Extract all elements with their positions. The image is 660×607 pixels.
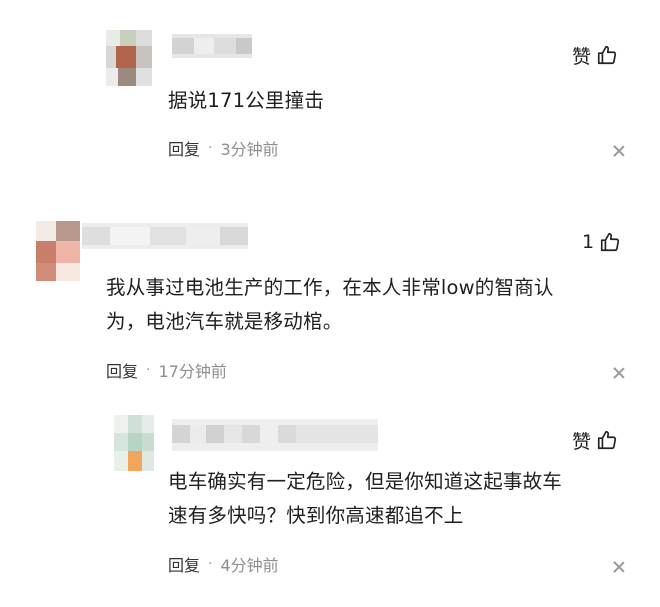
comment-text-line: 速有多快吗？快到你高速都追不上 xyxy=(168,504,464,527)
comment-1: 赞 据说171公里撞击 回复 · 3分钟前 xyxy=(0,0,660,185)
comment-meta: 回复 · 4分钟前 xyxy=(168,551,279,577)
meta-separator: · xyxy=(146,362,151,378)
close-icon[interactable] xyxy=(613,367,625,379)
reply-button[interactable]: 回复 xyxy=(168,136,200,160)
timestamp: 4分钟前 xyxy=(220,556,279,575)
username-blurred[interactable] xyxy=(172,419,378,451)
like-count: 1 xyxy=(582,231,595,253)
timestamp: 17分钟前 xyxy=(158,362,227,381)
reply-button[interactable]: 回复 xyxy=(168,552,200,576)
comment-meta: 回复 · 3分钟前 xyxy=(168,135,279,161)
thumbs-up-icon xyxy=(596,44,618,66)
reply-button[interactable]: 回复 xyxy=(106,358,138,382)
comment-text-line: 电车确实有一定危险，但是你知道这起事故车 xyxy=(168,470,563,493)
thumbs-up-icon xyxy=(599,231,621,253)
meta-separator: · xyxy=(208,556,213,572)
username-blurred[interactable] xyxy=(82,223,248,249)
username-blurred[interactable] xyxy=(172,34,252,58)
close-icon[interactable] xyxy=(613,145,625,157)
timestamp: 3分钟前 xyxy=(220,140,279,159)
comment-meta: 回复 · 17分钟前 xyxy=(106,357,227,383)
like-button[interactable]: 赞 xyxy=(572,425,618,455)
meta-separator: · xyxy=(208,140,213,156)
avatar[interactable] xyxy=(106,30,152,86)
comment-text-line: 我从事过电池生产的工作，在本人非常low的智商认 xyxy=(106,276,554,299)
comment-text-line: 为，电池汽车就是移动棺。 xyxy=(106,310,343,333)
like-label: 赞 xyxy=(572,45,592,68)
comment-3: 赞 电车确实有一定危险，但是你知道这起事故车 速有多快吗？快到你高速都追不上 回… xyxy=(0,395,660,607)
like-button[interactable]: 1 xyxy=(582,227,621,257)
avatar[interactable] xyxy=(114,415,154,471)
comment-text: 据说171公里撞击 xyxy=(168,84,324,118)
comment-text: 我从事过电池生产的工作，在本人非常low的智商认 为，电池汽车就是移动棺。 xyxy=(106,271,554,339)
close-icon[interactable] xyxy=(613,561,625,573)
thumbs-up-icon xyxy=(596,429,618,451)
avatar[interactable] xyxy=(36,221,80,281)
comment-2: 1 我从事过电池生产的工作，在本人非常low的智商认 为，电池汽车就是移动棺。 … xyxy=(0,185,660,395)
like-label: 赞 xyxy=(572,430,592,453)
comment-text-line: 据说171公里撞击 xyxy=(168,89,325,112)
like-button[interactable]: 赞 xyxy=(572,40,618,70)
comment-text: 电车确实有一定危险，但是你知道这起事故车 速有多快吗？快到你高速都追不上 xyxy=(168,465,562,533)
